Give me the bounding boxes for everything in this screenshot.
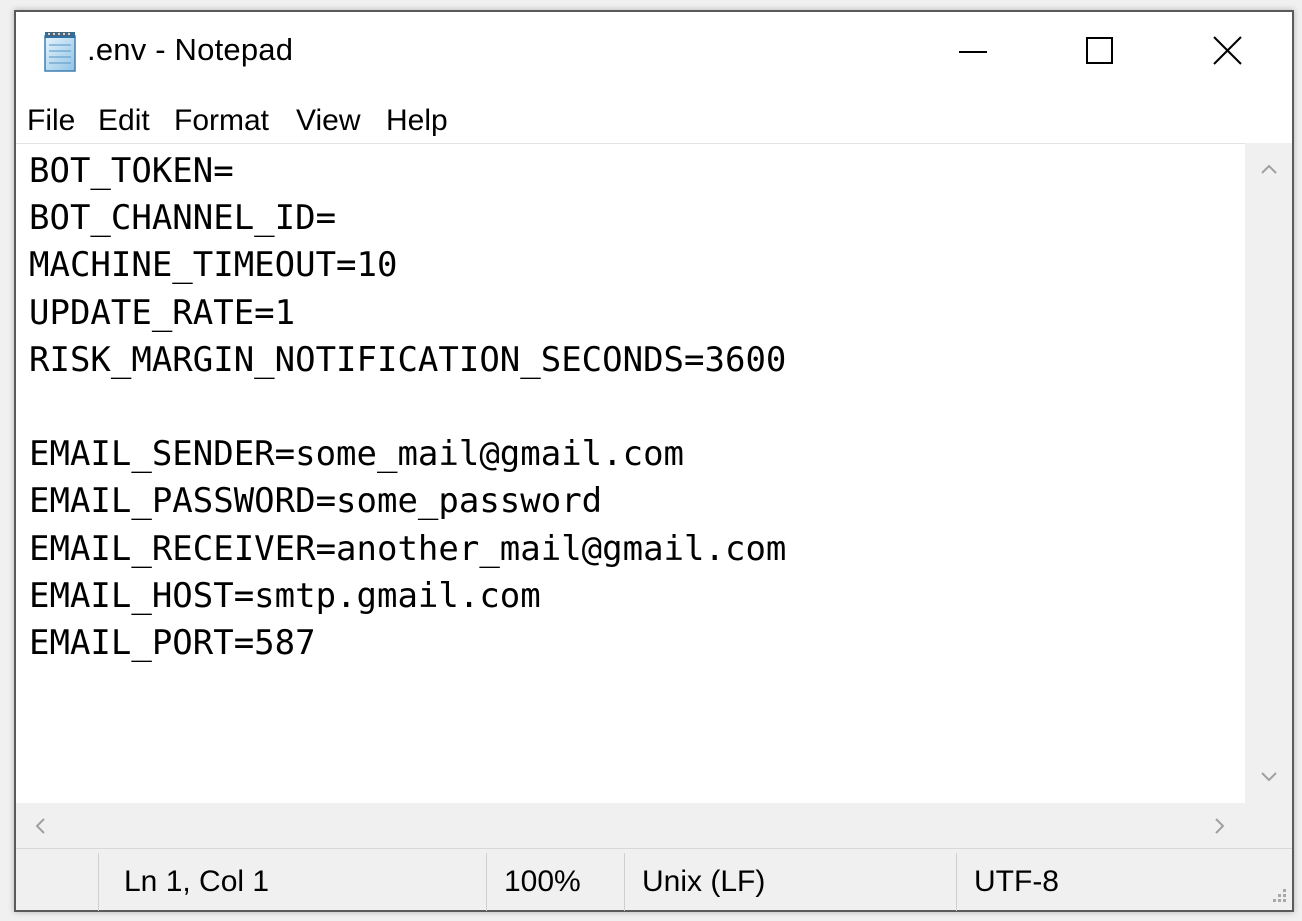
menu-help[interactable]: Help — [386, 104, 448, 138]
scrollbar-corner — [1245, 803, 1292, 848]
maximize-button[interactable] — [1037, 12, 1165, 92]
resize-grip-icon[interactable] — [1266, 884, 1288, 906]
horizontal-scrollbar[interactable] — [16, 803, 1245, 848]
maximize-icon — [1086, 37, 1113, 64]
menu-file[interactable]: File — [27, 104, 75, 138]
scroll-up-icon[interactable] — [1256, 157, 1282, 183]
text-editor[interactable]: BOT_TOKEN= BOT_CHANNEL_ID= MACHINE_TIMEO… — [16, 143, 1245, 803]
status-divider — [624, 853, 625, 911]
menu-bar: File Edit Format View Help — [16, 96, 1292, 143]
window-title: .env - Notepad — [87, 32, 294, 67]
notepad-window: .env - Notepad File Edit Format View Hel… — [14, 10, 1294, 912]
encoding: UTF-8 — [974, 865, 1059, 898]
scroll-left-icon[interactable] — [28, 813, 54, 839]
status-divider — [956, 853, 957, 911]
menu-view[interactable]: View — [296, 104, 360, 138]
scroll-down-icon[interactable] — [1256, 763, 1282, 789]
close-icon — [1213, 36, 1242, 65]
line-ending: Unix (LF) — [642, 865, 766, 898]
scroll-right-icon[interactable] — [1206, 813, 1232, 839]
zoom-level: 100% — [504, 865, 581, 898]
status-bar: Ln 1, Col 1 100% Unix (LF) UTF-8 — [16, 848, 1292, 911]
status-divider — [486, 853, 487, 911]
status-divider — [98, 853, 99, 911]
cursor-position: Ln 1, Col 1 — [124, 865, 270, 898]
vertical-scrollbar[interactable] — [1245, 143, 1292, 803]
minimize-button[interactable] — [909, 12, 1037, 92]
menu-format[interactable]: Format — [174, 104, 269, 138]
notepad-icon[interactable] — [38, 30, 82, 74]
minimize-icon — [959, 51, 987, 53]
menu-edit[interactable]: Edit — [98, 104, 150, 138]
close-button[interactable] — [1165, 12, 1293, 92]
editor-content[interactable]: BOT_TOKEN= BOT_CHANNEL_ID= MACHINE_TIMEO… — [29, 148, 786, 667]
title-bar[interactable]: .env - Notepad — [16, 12, 1292, 96]
